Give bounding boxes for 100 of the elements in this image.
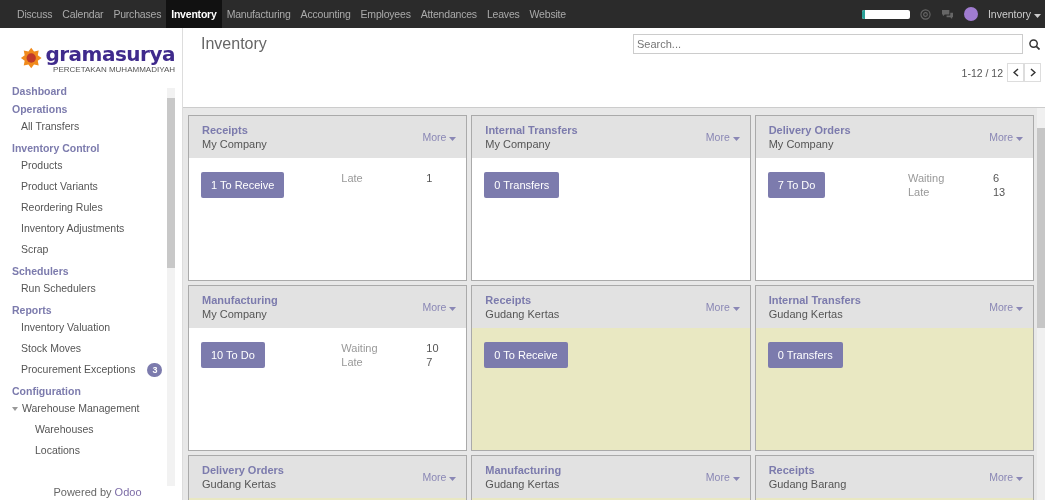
caret-down-icon[interactable] [12,405,18,412]
card-subtitle: Gudang Kertas [768,308,844,320]
card-subtitle: Gudang Kertas [202,478,277,490]
card-title[interactable]: Receipts [768,464,847,476]
sidebar-item[interactable]: Stock Moves [12,338,167,359]
sidebar-item[interactable]: Locations [12,440,167,461]
menu-item[interactable]: Accounting [295,0,356,28]
scrollbar[interactable] [1037,108,1045,500]
menu-item[interactable]: Manufacturing [221,0,296,28]
menu-item[interactable]: Employees [355,0,416,28]
avatar-icon[interactable] [963,7,978,21]
caret-icon [732,477,740,481]
sidebar-heading[interactable]: Schedulers [12,264,167,278]
caret-icon [732,307,740,311]
sidebar-item[interactable]: Warehouses [12,419,167,440]
sidebar-item[interactable]: Inventory Adjustments [12,218,167,239]
chevron-left-icon [1012,68,1019,77]
search-field[interactable]: Search... [633,34,1023,54]
sidebar-item[interactable]: Warehouse Management [12,398,167,419]
caret-icon [449,477,457,481]
sidebar-heading[interactable]: Operations [12,102,167,116]
more-dropdown[interactable]: More [705,471,740,483]
more-dropdown[interactable]: More [705,301,740,313]
more-dropdown[interactable]: More [989,471,1023,483]
sidebar-heading[interactable]: Inventory Control [12,141,167,155]
card-subtitle: Gudang Kertas [485,478,561,490]
sidebar-item[interactable]: Procurement Exceptions 3 [12,359,167,380]
sidebar-item[interactable]: Scrap [12,239,167,260]
footer-text: Powered by Odoo [52,486,143,500]
previous-button[interactable] [1007,63,1024,82]
stat-link[interactable]: Late [341,356,427,368]
progress-bar [861,9,910,19]
footer-link[interactable]: Odoo [114,486,142,498]
card-title[interactable]: Receipts [485,294,560,306]
sidebar-item[interactable]: Products [12,155,167,176]
next-button[interactable] [1024,63,1041,82]
menu-item[interactable]: Website [524,0,571,28]
card-subtitle: Gudang Barang [768,478,847,490]
action-button[interactable]: 0 Transfers [767,342,843,368]
card-subtitle: My Company [485,138,552,150]
more-dropdown[interactable]: More [989,301,1023,313]
card-title[interactable]: Manufacturing [485,464,562,476]
user-menu[interactable]: Inventory [987,8,1041,20]
card-title[interactable]: Internal Transfers [768,294,861,306]
sidebar-heading[interactable]: Dashboard [12,84,167,98]
caret-icon [1016,137,1023,141]
more-dropdown[interactable]: More [705,131,740,143]
count-badge: 3 [147,362,163,377]
menu-item[interactable]: Discuss [12,0,58,28]
logo-name: gramasurya [45,42,175,65]
menu-item[interactable]: Leaves [481,0,525,28]
chevron-right-icon [1029,68,1036,77]
sidebar-item[interactable]: Product Variants [12,176,167,197]
scrollbar[interactable] [167,88,175,486]
menu-item[interactable]: Purchases [108,0,167,28]
logo-icon [20,46,43,70]
card-title[interactable]: Internal Transfers [485,124,578,136]
chat-icon[interactable] [940,8,954,20]
more-dropdown[interactable]: More [989,131,1023,143]
stat-link[interactable]: Waiting [908,172,993,184]
card-subtitle: My Company [768,138,835,150]
card-title[interactable]: Receipts [202,124,267,136]
card-title[interactable]: Delivery Orders [768,124,851,136]
action-button[interactable]: 0 Transfers [484,172,560,198]
caret-icon [1016,307,1023,311]
caret-icon [449,307,457,311]
card-subtitle: Gudang Kertas [485,308,560,320]
card-subtitle: My Company [202,308,268,320]
search-icon[interactable] [1029,38,1040,50]
action-button[interactable]: 1 To Receive [201,172,285,198]
menu-item[interactable]: Attendances [415,0,482,28]
stat-value: 1 [426,172,434,186]
sidebar-heading[interactable]: Reports [12,303,167,317]
stat-value: 13 [993,186,1007,198]
sidebar-item[interactable]: All Transfers [12,116,167,137]
more-dropdown[interactable]: More [422,131,457,143]
caret-icon [732,137,740,141]
stat-link[interactable]: Late [908,186,993,198]
action-button[interactable]: 0 To Receive [484,342,568,368]
stat-value: 10 [426,342,440,354]
card-title[interactable]: Delivery Orders [202,464,284,476]
stat-value: 7 [426,356,434,368]
page-title: Inventory [201,35,268,53]
sidebar-item[interactable]: Reordering Rules [12,197,167,218]
sidebar-heading[interactable]: Configuration [12,384,167,398]
pager-text: 1-12 / 12 [961,66,1003,79]
caret-icon [449,137,457,141]
stat-link[interactable]: Late [341,172,427,198]
caret-icon [1016,477,1023,481]
stat-link[interactable]: Waiting [341,342,427,354]
more-dropdown[interactable]: More [422,301,457,313]
sidebar-item[interactable]: Inventory Valuation [12,317,167,338]
sidebar-item[interactable]: Run Schedulers [12,278,167,299]
action-button[interactable]: 7 To Do [767,172,826,198]
logo-tagline: PERCETAKAN MUHAMMADIYAH [52,64,175,74]
action-button[interactable]: 10 To Do [201,342,265,368]
card-title[interactable]: Manufacturing [202,294,278,306]
menu-item[interactable]: Inventory [166,0,222,28]
menu-item[interactable]: Calendar [57,0,109,28]
more-dropdown[interactable]: More [422,471,457,483]
